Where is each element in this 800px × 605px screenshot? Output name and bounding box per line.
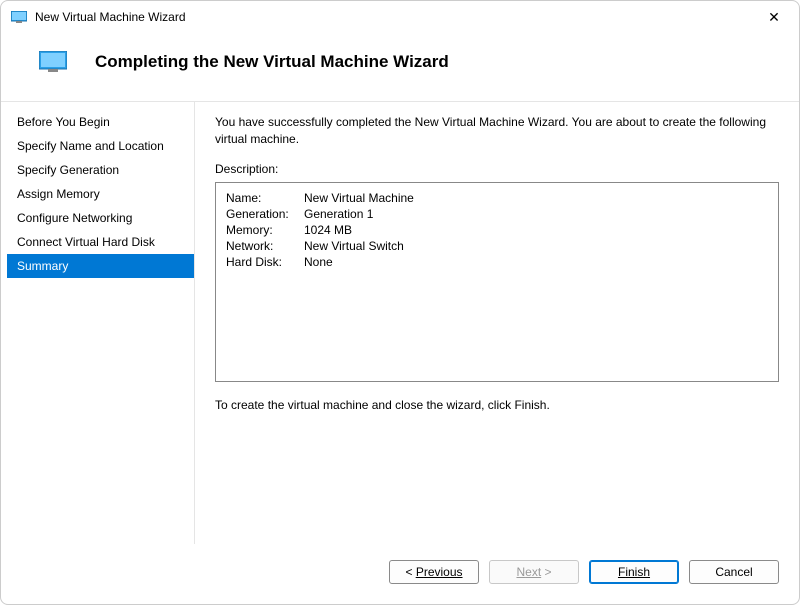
wizard-content: Before You Begin Specify Name and Locati… <box>1 101 799 544</box>
wizard-button-bar: < Previous Next > Finish Cancel <box>1 544 799 604</box>
sidebar-item-specify-generation[interactable]: Specify Generation <box>7 158 194 182</box>
sidebar-item-specify-name-location[interactable]: Specify Name and Location <box>7 134 194 158</box>
sidebar-item-summary[interactable]: Summary <box>7 254 194 278</box>
sidebar-item-before-you-begin[interactable]: Before You Begin <box>7 110 194 134</box>
summary-value: None <box>304 255 333 269</box>
summary-key: Network: <box>226 239 304 253</box>
intro-text: You have successfully completed the New … <box>215 114 779 148</box>
close-icon[interactable]: ✕ <box>759 9 789 26</box>
next-button: Next > <box>489 560 579 584</box>
summary-row-generation: Generation: Generation 1 <box>226 207 768 221</box>
summary-value: New Virtual Switch <box>304 239 404 253</box>
summary-value: New Virtual Machine <box>304 191 414 205</box>
summary-row-memory: Memory: 1024 MB <box>226 223 768 237</box>
summary-row-name: Name: New Virtual Machine <box>226 191 768 205</box>
description-box: Name: New Virtual Machine Generation: Ge… <box>215 182 779 382</box>
summary-key: Name: <box>226 191 304 205</box>
summary-key: Hard Disk: <box>226 255 304 269</box>
cancel-button[interactable]: Cancel <box>689 560 779 584</box>
vm-monitor-icon <box>39 51 67 73</box>
closing-text: To create the virtual machine and close … <box>215 398 779 412</box>
titlebar: New Virtual Machine Wizard ✕ <box>1 1 799 33</box>
page-title: Completing the New Virtual Machine Wizar… <box>95 52 449 72</box>
summary-value: Generation 1 <box>304 207 373 221</box>
summary-row-network: Network: New Virtual Switch <box>226 239 768 253</box>
description-label: Description: <box>215 162 779 176</box>
sidebar-item-configure-networking[interactable]: Configure Networking <box>7 206 194 230</box>
wizard-steps-sidebar: Before You Begin Specify Name and Locati… <box>7 102 195 544</box>
summary-row-harddisk: Hard Disk: None <box>226 255 768 269</box>
sidebar-item-assign-memory[interactable]: Assign Memory <box>7 182 194 206</box>
summary-key: Memory: <box>226 223 304 237</box>
sidebar-item-connect-vhd[interactable]: Connect Virtual Hard Disk <box>7 230 194 254</box>
finish-button[interactable]: Finish <box>589 560 679 584</box>
window-title: New Virtual Machine Wizard <box>35 10 759 24</box>
wizard-main-panel: You have successfully completed the New … <box>195 102 799 544</box>
previous-button[interactable]: < Previous <box>389 560 479 584</box>
wizard-header: Completing the New Virtual Machine Wizar… <box>1 33 799 101</box>
summary-key: Generation: <box>226 207 304 221</box>
vm-monitor-icon <box>11 11 27 23</box>
summary-value: 1024 MB <box>304 223 352 237</box>
